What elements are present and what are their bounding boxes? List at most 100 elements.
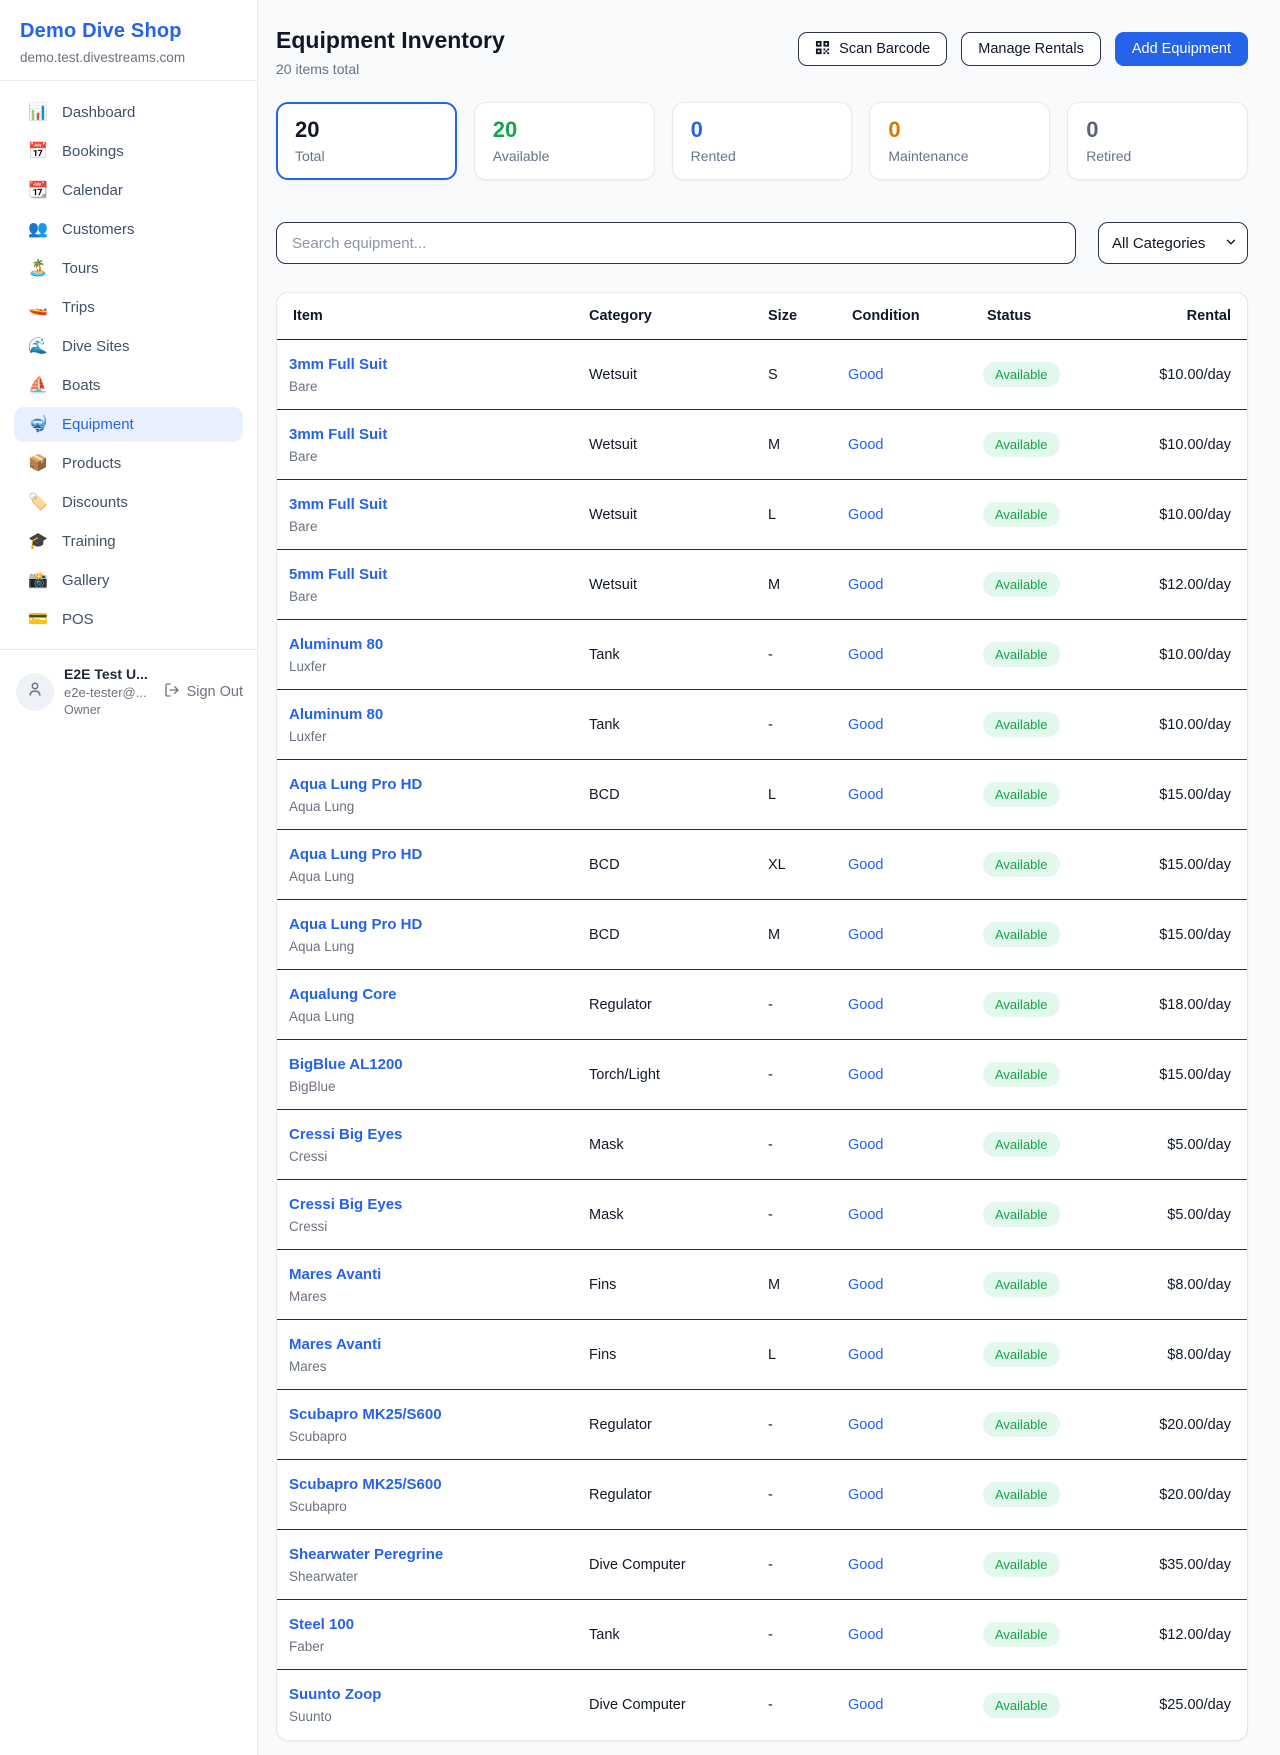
sidebar-item-boats[interactable]: ⛵ Boats <box>14 368 243 403</box>
logout-icon <box>164 682 180 702</box>
sidebar-item-calendar[interactable]: 📆 Calendar <box>14 173 243 208</box>
condition-link[interactable]: Good <box>848 1627 883 1643</box>
sidebar-item-equipment[interactable]: 🤿 Equipment <box>14 407 243 442</box>
item-name-link[interactable]: BigBlue AL1200 <box>289 1056 585 1073</box>
condition-link[interactable]: Good <box>848 717 883 733</box>
status-badge: Available <box>983 502 1060 527</box>
item-name-link[interactable]: 5mm Full Suit <box>289 566 585 583</box>
table-row: Cressi Big Eyes Cressi Mask - Good Avail… <box>277 1180 1247 1250</box>
condition-link[interactable]: Good <box>848 1697 883 1713</box>
item-name-link[interactable]: Mares Avanti <box>289 1266 585 1283</box>
item-brand: Mares <box>289 1359 585 1374</box>
manage-rentals-button[interactable]: Manage Rentals <box>961 32 1101 66</box>
stat-card-maintenance[interactable]: 0 Maintenance <box>869 102 1050 180</box>
item-brand: Aqua Lung <box>289 799 585 814</box>
stat-card-total[interactable]: 20 Total <box>276 102 457 180</box>
app-root: Demo Dive Shop demo.test.divestreams.com… <box>0 0 1280 1755</box>
status-badge: Available <box>983 1132 1060 1157</box>
stat-card-rented[interactable]: 0 Rented <box>672 102 853 180</box>
status-badge: Available <box>983 1482 1060 1507</box>
boats-icon: ⛵ <box>27 378 49 394</box>
item-brand: Bare <box>289 519 585 534</box>
item-name-link[interactable]: Mares Avanti <box>289 1336 585 1353</box>
item-brand: Aqua Lung <box>289 939 585 954</box>
status-badge: Available <box>983 572 1060 597</box>
item-name-link[interactable]: Steel 100 <box>289 1616 585 1633</box>
item-name-link[interactable]: Scubapro MK25/S600 <box>289 1476 585 1493</box>
condition-link[interactable]: Good <box>848 1487 883 1503</box>
item-name-link[interactable]: 3mm Full Suit <box>289 496 585 513</box>
condition-link[interactable]: Good <box>848 927 883 943</box>
item-name-link[interactable]: Aqua Lung Pro HD <box>289 846 585 863</box>
sidebar-item-gallery[interactable]: 📸 Gallery <box>14 563 243 598</box>
size-cell: M <box>764 1277 848 1293</box>
stat-value: 0 <box>888 117 1031 143</box>
table-row: Aluminum 80 Luxfer Tank - Good Available… <box>277 690 1247 760</box>
table-row: Suunto Zoop Suunto Dive Computer - Good … <box>277 1670 1247 1740</box>
stat-value: 20 <box>295 117 438 143</box>
table-row: Steel 100 Faber Tank - Good Available $1… <box>277 1600 1247 1670</box>
sidebar-item-products[interactable]: 📦 Products <box>14 446 243 481</box>
condition-link[interactable]: Good <box>848 577 883 593</box>
sidebar-item-bookings[interactable]: 📅 Bookings <box>14 134 243 169</box>
sidebar-item-discounts[interactable]: 🏷️ Discounts <box>14 485 243 520</box>
status-badge: Available <box>983 1693 1060 1718</box>
item-name-link[interactable]: Aqua Lung Pro HD <box>289 776 585 793</box>
condition-link[interactable]: Good <box>848 437 883 453</box>
condition-link[interactable]: Good <box>848 1277 883 1293</box>
item-name-link[interactable]: Shearwater Peregrine <box>289 1546 585 1563</box>
add-equipment-button[interactable]: Add Equipment <box>1115 32 1248 66</box>
search-input[interactable] <box>276 222 1076 264</box>
condition-link[interactable]: Good <box>848 1347 883 1363</box>
sidebar-item-label: Products <box>62 455 121 472</box>
item-name-link[interactable]: Aqualung Core <box>289 986 585 1003</box>
condition-link[interactable]: Good <box>848 1417 883 1433</box>
item-name-link[interactable]: Scubapro MK25/S600 <box>289 1406 585 1423</box>
condition-link[interactable]: Good <box>848 1137 883 1153</box>
item-name-link[interactable]: 3mm Full Suit <box>289 356 585 373</box>
table-row: Aqualung Core Aqua Lung Regulator - Good… <box>277 970 1247 1040</box>
sidebar-item-customers[interactable]: 👥 Customers <box>14 212 243 247</box>
condition-link[interactable]: Good <box>848 857 883 873</box>
sidebar-item-training[interactable]: 🎓 Training <box>14 524 243 559</box>
sidebar-item-pos[interactable]: 💳 POS <box>14 602 243 637</box>
condition-link[interactable]: Good <box>848 1067 883 1083</box>
sidebar-item-label: Dive Sites <box>62 338 130 355</box>
add-equipment-label: Add Equipment <box>1132 41 1231 57</box>
condition-link[interactable]: Good <box>848 507 883 523</box>
size-cell: - <box>764 717 848 733</box>
column-header-item: Item <box>289 308 585 324</box>
condition-link[interactable]: Good <box>848 1557 883 1573</box>
item-brand: Aqua Lung <box>289 1009 585 1024</box>
sidebar-item-tours[interactable]: 🏝️ Tours <box>14 251 243 286</box>
item-name-link[interactable]: Cressi Big Eyes <box>289 1126 585 1143</box>
item-name-link[interactable]: Aluminum 80 <box>289 636 585 653</box>
scan-barcode-button[interactable]: Scan Barcode <box>798 32 947 66</box>
condition-link[interactable]: Good <box>848 787 883 803</box>
sidebar-item-dive-sites[interactable]: 🌊 Dive Sites <box>14 329 243 364</box>
item-name-link[interactable]: Aqua Lung Pro HD <box>289 916 585 933</box>
sidebar-item-trips[interactable]: 🚤 Trips <box>14 290 243 325</box>
category-cell: Mask <box>585 1137 764 1153</box>
item-brand: Luxfer <box>289 659 585 674</box>
category-select[interactable]: All Categories <box>1098 222 1248 264</box>
category-select-wrap: All Categories <box>1098 222 1248 264</box>
category-cell: Fins <box>585 1277 764 1293</box>
item-name-link[interactable]: Aluminum 80 <box>289 706 585 723</box>
condition-link[interactable]: Good <box>848 1207 883 1223</box>
sidebar-item-dashboard[interactable]: 📊 Dashboard <box>14 95 243 130</box>
condition-link[interactable]: Good <box>848 647 883 663</box>
rental-cell: $15.00/day <box>1153 1067 1235 1083</box>
bookings-icon: 📅 <box>27 144 49 160</box>
item-name-link[interactable]: Cressi Big Eyes <box>289 1196 585 1213</box>
stat-card-available[interactable]: 20 Available <box>474 102 655 180</box>
item-name-link[interactable]: 3mm Full Suit <box>289 426 585 443</box>
training-icon: 🎓 <box>27 534 49 550</box>
category-cell: BCD <box>585 787 764 803</box>
item-name-link[interactable]: Suunto Zoop <box>289 1686 585 1703</box>
stat-card-retired[interactable]: 0 Retired <box>1067 102 1248 180</box>
condition-link[interactable]: Good <box>848 367 883 383</box>
rental-cell: $10.00/day <box>1153 367 1235 383</box>
condition-link[interactable]: Good <box>848 997 883 1013</box>
sign-out-button[interactable]: Sign Out <box>164 682 243 702</box>
